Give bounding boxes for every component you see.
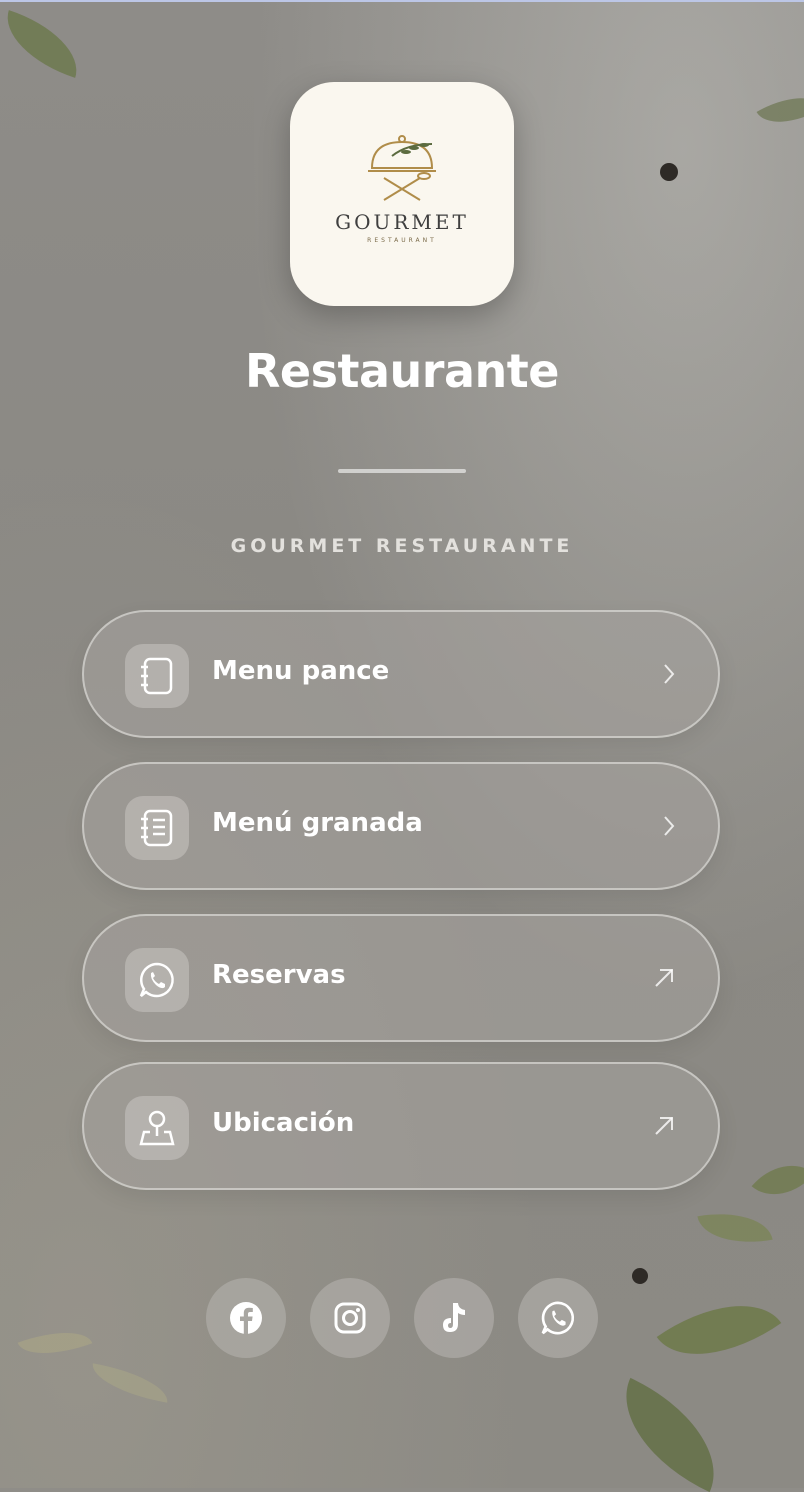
link-label: Menú granada bbox=[212, 808, 423, 838]
link-label: Menu pance bbox=[212, 656, 390, 686]
link-label: Ubicación bbox=[212, 1108, 355, 1138]
title-divider bbox=[338, 469, 466, 473]
external-arrow-icon bbox=[655, 1117, 673, 1135]
external-arrow-icon bbox=[655, 969, 673, 987]
instagram-icon bbox=[334, 1302, 366, 1334]
tiktok-button[interactable] bbox=[414, 1278, 494, 1358]
facebook-icon bbox=[230, 1302, 262, 1334]
link-button-menu-pance[interactable]: Menu pance bbox=[82, 610, 720, 738]
tiktok-icon bbox=[443, 1303, 465, 1332]
peppercorn-decoration bbox=[660, 163, 678, 181]
link-label: Reservas bbox=[212, 960, 346, 990]
peppercorn-decoration-2 bbox=[632, 1268, 648, 1284]
link-button-reservas[interactable]: Reservas bbox=[82, 914, 720, 1042]
whatsapp-icon bbox=[541, 1301, 575, 1335]
facebook-button[interactable] bbox=[206, 1278, 286, 1358]
cloche-with-fork-and-spoon-icon bbox=[368, 135, 436, 201]
instagram-button[interactable] bbox=[310, 1278, 390, 1358]
restaurant-logo: GOURMET RESTAURANT bbox=[290, 82, 514, 306]
whatsapp-button[interactable] bbox=[518, 1278, 598, 1358]
link-button-ubicacion[interactable]: Ubicación bbox=[82, 1062, 720, 1190]
whatsapp-icon bbox=[125, 948, 189, 1012]
top-border bbox=[0, 0, 804, 2]
chevron-right-icon bbox=[664, 816, 675, 836]
logo-brand-word: GOURMET bbox=[335, 210, 469, 234]
menu-list-icon bbox=[125, 796, 189, 860]
location-pin-icon bbox=[125, 1096, 189, 1160]
page-subtitle: GOURMET RESTAURANTE bbox=[230, 535, 574, 557]
notebook-icon bbox=[125, 644, 189, 708]
social-links bbox=[206, 1278, 598, 1358]
page-title: Restaurante bbox=[245, 344, 559, 398]
logo-brand-subtext: RESTAURANT bbox=[367, 237, 437, 244]
link-button-menu-granada[interactable]: Menú granada bbox=[82, 762, 720, 890]
chevron-right-icon bbox=[664, 664, 675, 684]
